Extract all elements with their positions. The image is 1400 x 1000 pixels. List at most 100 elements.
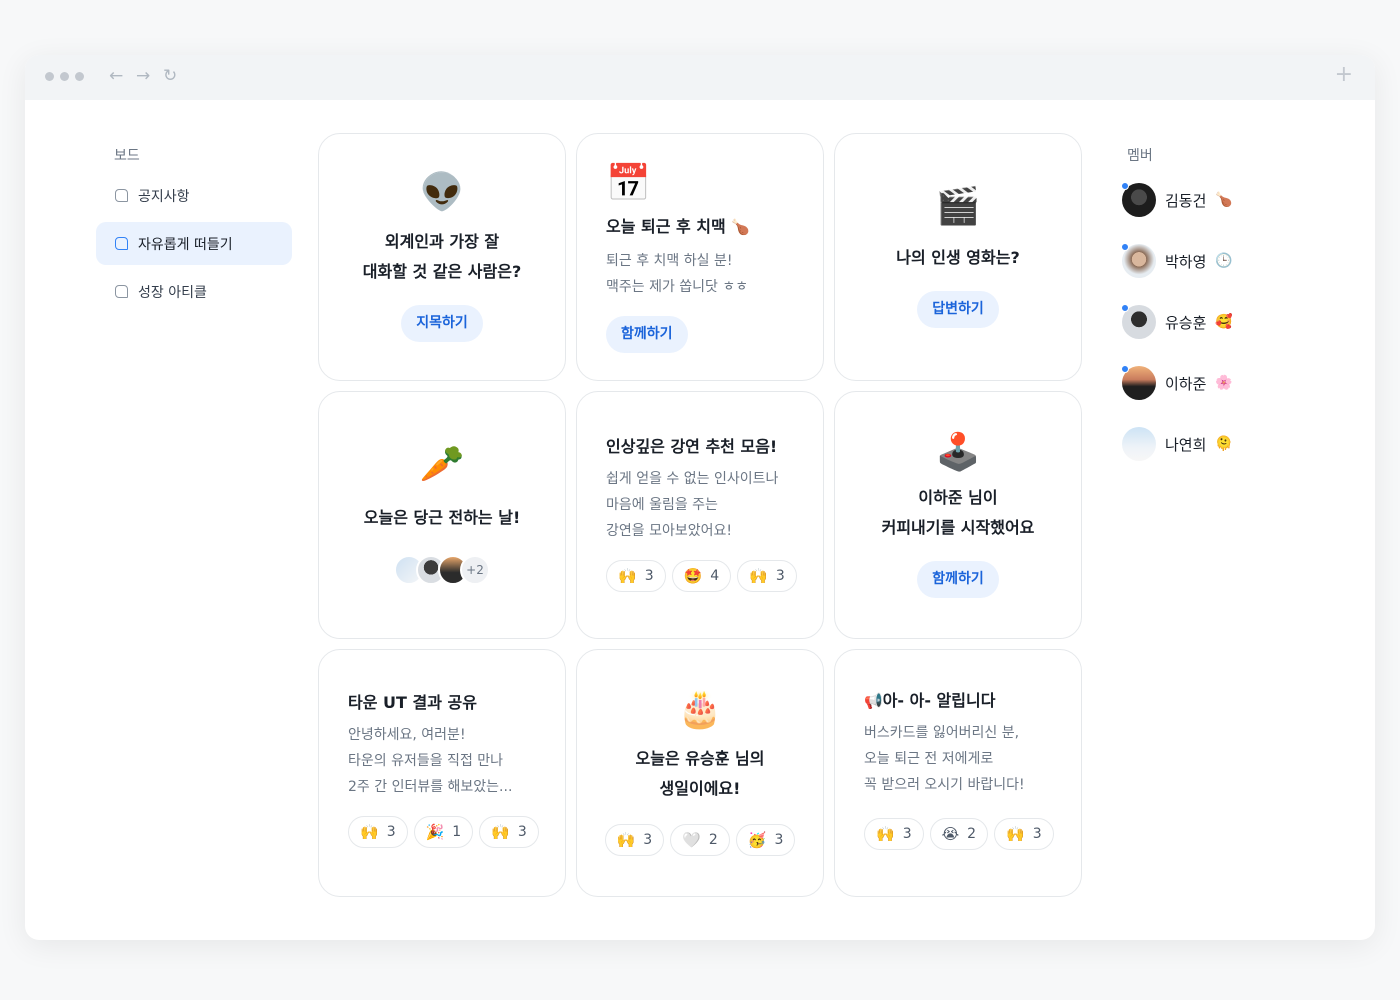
reaction-count: 3	[386, 824, 396, 840]
note-icon	[115, 189, 128, 202]
card-body-line: 강연을 모아보았어요!	[606, 523, 732, 539]
member-item[interactable]: 유승훈 🥰	[1121, 304, 1233, 340]
reaction-chip[interactable]: 🙌 3	[737, 560, 797, 592]
melting-face-icon: 🫠	[1215, 436, 1233, 452]
member-item[interactable]: 이하준 🌸	[1121, 365, 1233, 401]
close-dot[interactable]	[45, 72, 54, 81]
member-item[interactable]: 박하영 🕒	[1121, 243, 1233, 279]
alien-icon: 👽	[419, 171, 465, 213]
card-movie[interactable]: 🎬 나의 인생 영화는? 답변하기	[834, 133, 1082, 381]
join-button[interactable]: 함께하기	[917, 560, 999, 598]
card-title-line: 오늘은 유승훈 님의	[635, 749, 765, 768]
partying-face-icon: 🥳	[747, 831, 767, 849]
forward-arrow-icon[interactable]: →	[136, 66, 150, 86]
card-title-line: 커피내기를 시작했어요	[881, 517, 1035, 537]
card-body-line: 쉽게 얻을 수 없는 인사이트나	[606, 471, 779, 487]
sidebar-item-growth-article[interactable]: 성장 아티클	[96, 270, 292, 313]
reaction-chip[interactable]: 🥳 3	[735, 824, 796, 856]
more-participants-count: +2	[460, 555, 490, 585]
card-title-line: 외계인과 가장 잘	[384, 231, 500, 251]
sidebar-item-label: 성장 아티클	[138, 284, 207, 301]
member-item[interactable]: 김동건 🍗	[1121, 182, 1233, 218]
white-heart-icon: 🤍	[682, 831, 701, 849]
card-ut-results[interactable]: 타운 UT 결과 공유 안녕하세요, 여러분! 타운의 유저들을 직접 만나 2…	[318, 649, 566, 897]
smiling-face-with-hearts-icon: 🥰	[1215, 314, 1233, 330]
reaction-chip[interactable]: 🙌 3	[994, 818, 1054, 850]
reaction-count: 2	[967, 826, 977, 842]
clock-icon: 🕒	[1215, 253, 1233, 269]
reaction-chip[interactable]: 🤩 4	[671, 560, 732, 592]
card-carrot[interactable]: 🥕 오늘은 당근 전하는 날! +2	[318, 391, 566, 639]
reactions: 🙌 3 🎉 1 🙌 3	[348, 816, 539, 848]
member-item[interactable]: 나연희 🫠	[1122, 426, 1233, 462]
reaction-count: 3	[517, 824, 527, 840]
online-indicator	[1121, 243, 1129, 251]
member-name: 박하영	[1165, 252, 1207, 271]
note-icon	[115, 285, 128, 298]
reaction-chip[interactable]: 🤍 2	[670, 824, 730, 856]
card-body-line: 맥주는 제가 쏩니닷 ㅎㅎ	[606, 279, 749, 295]
card-chimaek[interactable]: 📅 오늘 퇴근 후 치맥 🍗 퇴근 후 치맥 하실 분! 맥주는 제가 쏩니닷 …	[576, 133, 824, 381]
crying-face-icon: 😭	[941, 825, 960, 843]
answer-button[interactable]: 답변하기	[917, 290, 999, 328]
maximize-dot[interactable]	[75, 72, 84, 81]
avatar	[1122, 427, 1156, 461]
reaction-count: 1	[452, 824, 462, 840]
avatar	[1121, 365, 1156, 400]
sidebar-item-label: 자유롭게 떠들기	[138, 236, 233, 253]
reaction-chip[interactable]: 🙌 3	[606, 560, 666, 592]
card-alien[interactable]: 👽 외계인과 가장 잘 대화할 것 같은 사람은? 지목하기	[318, 133, 566, 381]
reaction-chip[interactable]: 🎉 1	[413, 816, 474, 848]
cherry-blossom-icon: 🌸	[1215, 375, 1233, 391]
card-title: 나의 인생 영화는?	[896, 247, 1020, 267]
clapperboard-icon: 🎬	[935, 185, 981, 227]
card-lecture[interactable]: 인상깊은 강연 추천 모음! 쉽게 얻을 수 없는 인사이트나 마음에 울림을 …	[576, 391, 824, 639]
avatar	[1121, 243, 1156, 278]
participant-avatars[interactable]: +2	[394, 555, 490, 585]
avatar	[1121, 304, 1156, 339]
reactions: 🙌 3 😭 2 🙌 3	[864, 818, 1054, 850]
raising-hands-icon: 🙌	[1006, 825, 1025, 843]
chicken-leg-icon: 🍗	[1215, 192, 1233, 208]
back-arrow-icon[interactable]: ←	[109, 66, 123, 86]
nominate-button[interactable]: 지목하기	[401, 304, 483, 342]
card-body-line: 마음에 울림을 주는	[606, 497, 718, 513]
card-title: 📢아- 아- 알립니다	[864, 686, 1053, 716]
reload-icon[interactable]: ↻	[163, 66, 177, 86]
reaction-count: 3	[902, 826, 912, 842]
raising-hands-icon: 🙌	[616, 831, 636, 849]
sidebar-item-free-talk[interactable]: 자유롭게 떠들기	[96, 222, 292, 265]
app-window: ← → ↻ + 보드 공지사항 자유롭게 떠들기 성장 아티클 👽 외계인과 가…	[25, 55, 1375, 940]
star-struck-icon: 🤩	[683, 567, 703, 585]
card-title-line: 이하준 님이	[918, 487, 998, 507]
reaction-chip[interactable]: 🙌 3	[348, 816, 408, 848]
join-button[interactable]: 함께하기	[606, 316, 688, 353]
reaction-count: 3	[774, 832, 784, 848]
card-title: 오늘 퇴근 후 치맥 🍗	[606, 212, 795, 242]
reaction-chip[interactable]: 🙌 3	[864, 818, 924, 850]
reaction-chip[interactable]: 🙌 3	[604, 824, 665, 856]
carrot-icon: 🥕	[419, 444, 465, 485]
card-body-line: 타운의 유저들을 직접 만나	[348, 753, 504, 769]
raising-hands-icon: 🙌	[876, 825, 895, 843]
reaction-chip[interactable]: 🙌 3	[479, 816, 539, 848]
raising-hands-icon: 🙌	[749, 567, 768, 585]
card-title-line: 대화할 것 같은 사람은?	[362, 261, 522, 281]
card-coffee-game[interactable]: 🕹️ 이하준 님이 커피내기를 시작했어요 함께하기	[834, 391, 1082, 639]
card-title-text: 오늘 퇴근 후 치맥	[606, 217, 726, 236]
sidebar-item-label: 공지사항	[138, 188, 190, 205]
birthday-cake-icon: 🎂	[677, 689, 723, 730]
minimize-dot[interactable]	[60, 72, 69, 81]
card-announcement[interactable]: 📢아- 아- 알립니다 버스카드를 잃어버리신 분, 오늘 퇴근 전 저에게로 …	[834, 649, 1082, 897]
window-controls	[45, 72, 84, 81]
new-tab-icon[interactable]: +	[1335, 64, 1353, 86]
joystick-icon: 🕹️	[935, 431, 981, 473]
reaction-chip[interactable]: 😭 2	[929, 818, 989, 850]
sidebar-item-notice[interactable]: 공지사항	[96, 174, 292, 217]
raising-hands-icon: 🙌	[360, 823, 379, 841]
card-body-line: 안녕하세요, 여러분!	[348, 727, 466, 743]
browser-titlebar: ← → ↻ +	[25, 55, 1375, 100]
online-indicator	[1121, 182, 1129, 190]
card-birthday[interactable]: 🎂 오늘은 유승훈 님의 생일이에요! 🙌 3 🤍 2 🥳 3	[576, 649, 824, 897]
card-title-text: 아- 아- 알립니다	[882, 691, 996, 710]
